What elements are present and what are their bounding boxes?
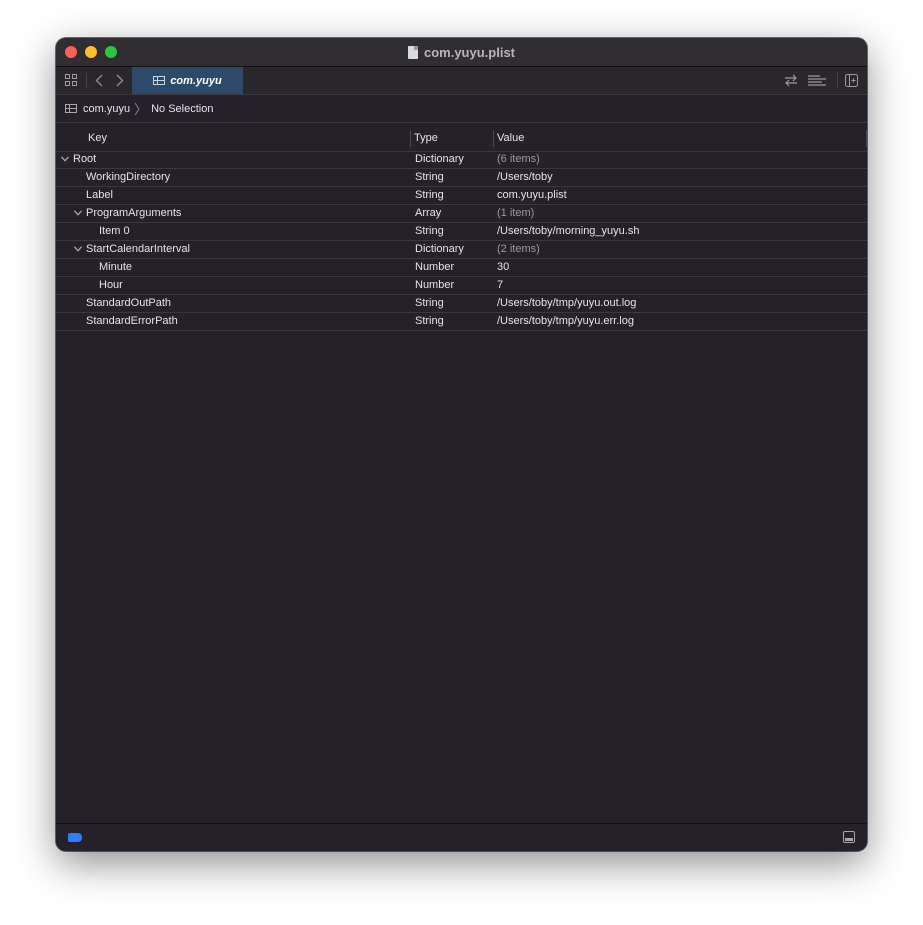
row-type[interactable]: String	[415, 295, 444, 312]
breadcrumb-selection[interactable]: No Selection	[151, 103, 213, 115]
row-value[interactable]: 30	[497, 259, 509, 276]
row-type[interactable]: Array	[415, 205, 441, 222]
window-title-group: com.yuyu.plist	[56, 38, 867, 66]
column-header-value[interactable]: Value	[497, 126, 524, 151]
disclosure-chevron-down-icon[interactable]	[60, 151, 70, 168]
row-value[interactable]: /Users/toby/tmp/yuyu.out.log	[497, 295, 636, 312]
plist-editor-window: com.yuyu.plist com.yuyu com.yuyu 〉 No Se…	[56, 38, 867, 851]
row-type[interactable]: String	[415, 169, 444, 186]
title-bar: com.yuyu.plist	[56, 38, 867, 67]
table-row[interactable]: StandardErrorPath String/Users/toby/tmp/y…	[56, 313, 867, 331]
row-value[interactable]: com.yuyu.plist	[497, 187, 567, 204]
row-type[interactable]: Dictionary	[415, 241, 464, 258]
row-key[interactable]: StandardOutPath	[86, 295, 171, 312]
chevron-left-icon[interactable]	[95, 74, 103, 87]
row-value[interactable]: /Users/toby/tmp/yuyu.err.log	[497, 313, 634, 330]
chevron-right-icon[interactable]	[116, 74, 124, 87]
breadcrumb-separator-icon: 〉	[134, 102, 148, 117]
row-type[interactable]: Number	[415, 277, 454, 294]
table-icon	[153, 76, 166, 85]
row-key[interactable]: ProgramArguments	[86, 205, 181, 222]
row-key[interactable]: Item 0	[99, 223, 130, 240]
column-divider[interactable]	[410, 130, 411, 147]
table-row[interactable]: StandardOutPath String/Users/toby/tmp/yuy…	[56, 295, 867, 313]
table-row[interactable]: Minute Number 30	[56, 259, 867, 277]
breadcrumb-file[interactable]: com.yuyu	[83, 103, 130, 115]
row-key[interactable]: Root	[73, 151, 96, 168]
document-icon	[407, 45, 418, 59]
disclosure-chevron-down-icon[interactable]	[73, 241, 83, 258]
status-bar	[56, 823, 867, 851]
table-row[interactable]: StartCalendarInterval Dictionary (2 items)	[56, 241, 867, 259]
tab-com-yuyu[interactable]: com.yuyu	[132, 67, 243, 94]
tab-label: com.yuyu	[170, 74, 222, 87]
editor-toolbar: com.yuyu	[56, 67, 867, 95]
column-header-key[interactable]: Key	[88, 126, 107, 151]
toolbar-divider	[86, 73, 87, 88]
table-header: Key Type Value	[56, 126, 867, 152]
row-key[interactable]: StandardErrorPath	[86, 313, 178, 330]
table-row[interactable]: Label String com.yuyu.plist	[56, 187, 867, 205]
row-value[interactable]: (2 items)	[497, 241, 540, 258]
column-divider	[866, 130, 867, 147]
table-row[interactable]: Item 0 String/Users/toby/morning_yuyu.sh	[56, 223, 867, 241]
column-header-type[interactable]: Type	[414, 126, 438, 151]
row-value[interactable]: /Users/toby	[497, 169, 553, 186]
row-value[interactable]: /Users/toby/morning_yuyu.sh	[497, 223, 639, 240]
window-title: com.yuyu.plist	[423, 44, 516, 60]
text-lines-icon[interactable]	[808, 75, 826, 87]
row-type[interactable]: String	[415, 187, 444, 204]
row-type[interactable]: String	[415, 223, 444, 240]
column-divider[interactable]	[493, 130, 494, 147]
row-key[interactable]: StartCalendarInterval	[86, 241, 190, 258]
table-row[interactable]: WorkingDirectory String/Users/toby	[56, 169, 867, 187]
row-key[interactable]: WorkingDirectory	[86, 169, 170, 186]
jump-bar: com.yuyu 〉 No Selection	[56, 95, 867, 123]
row-value[interactable]: (6 items)	[497, 151, 540, 168]
plist-rows: Root Dictionary (6 items) WorkingDirectory S…	[56, 151, 867, 331]
table-row[interactable]: Root Dictionary (6 items)	[56, 151, 867, 169]
row-value[interactable]: 7	[497, 277, 503, 294]
add-editor-icon[interactable]	[845, 74, 858, 87]
row-key[interactable]: Label	[86, 187, 113, 204]
swap-arrows-icon[interactable]	[784, 74, 798, 87]
toolbar-divider-right	[837, 73, 838, 88]
row-key[interactable]: Hour	[99, 277, 123, 294]
row-key[interactable]: Minute	[99, 259, 132, 276]
row-type[interactable]: Dictionary	[415, 151, 464, 168]
breakpoint-tag-icon[interactable]	[68, 833, 82, 842]
table-row[interactable]: ProgramArguments Array (1 item)	[56, 205, 867, 223]
related-items-grid-icon[interactable]	[65, 74, 78, 87]
disclosure-chevron-down-icon[interactable]	[73, 205, 83, 222]
toggle-panel-icon[interactable]	[843, 831, 855, 843]
row-type[interactable]: Number	[415, 259, 454, 276]
table-row[interactable]: Hour Number 7	[56, 277, 867, 295]
row-value[interactable]: (1 item)	[497, 205, 534, 222]
table-icon	[65, 104, 77, 113]
row-type[interactable]: String	[415, 313, 444, 330]
